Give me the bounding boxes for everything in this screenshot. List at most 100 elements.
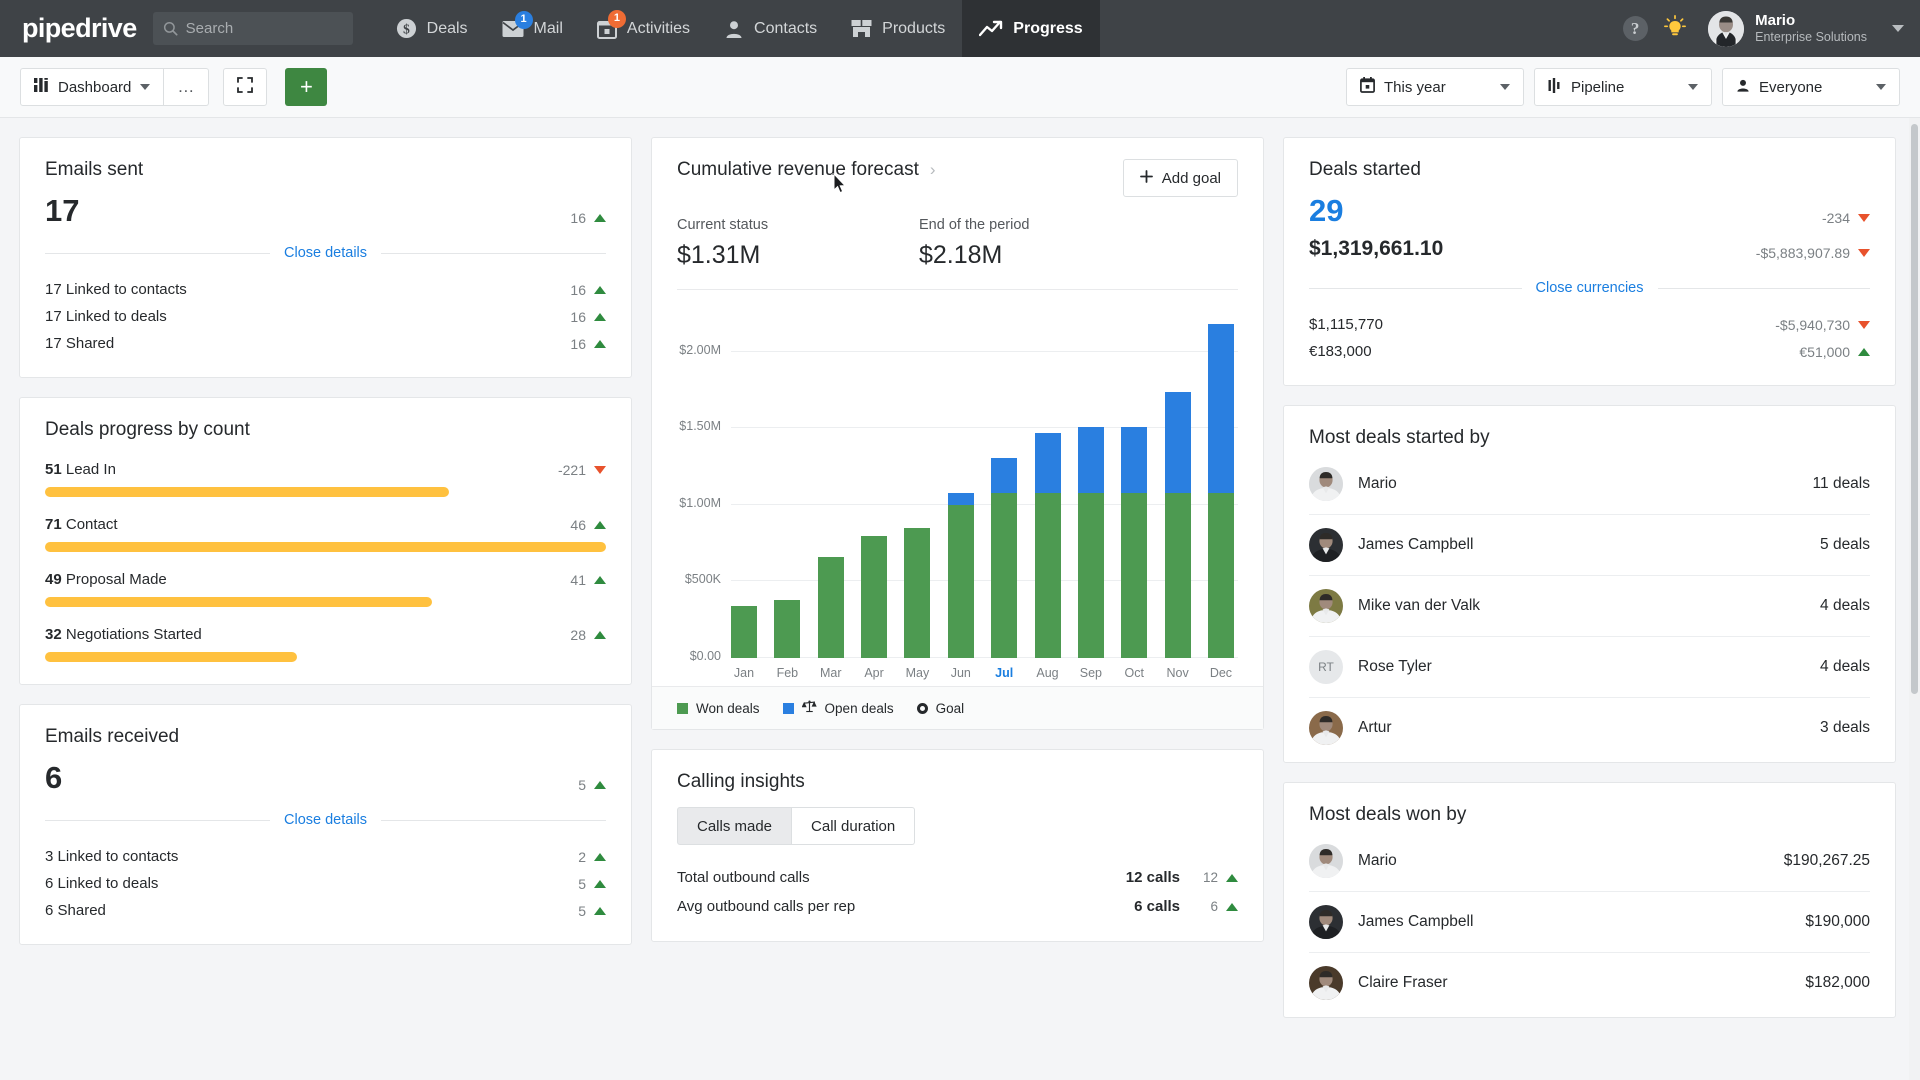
more-options-button[interactable]: …: [164, 68, 209, 106]
dollar-circle-icon: $: [396, 18, 417, 39]
avatar: [1309, 589, 1343, 623]
search-box[interactable]: [153, 12, 353, 45]
chart-bar-nov[interactable]: [1165, 306, 1191, 658]
nav-item-deals[interactable]: $ Deals: [379, 0, 485, 57]
bar-segment-won-deals: [1078, 493, 1104, 658]
search-input[interactable]: [186, 20, 343, 37]
dashboard-selector[interactable]: Dashboard: [20, 68, 164, 106]
chart-x-tick-label: Jul: [991, 666, 1017, 680]
metric-row: 17 16: [45, 195, 606, 226]
filter-user[interactable]: Everyone: [1722, 68, 1900, 106]
fullscreen-button[interactable]: [223, 68, 267, 106]
stage-head: 49 Proposal Made 41: [45, 571, 606, 588]
bar-segment-open-deals: [1208, 324, 1234, 492]
nav-item-products[interactable]: Products: [834, 0, 962, 57]
legend-item-won-deals[interactable]: Won deals: [677, 701, 760, 716]
nav-item-progress[interactable]: Progress: [962, 0, 1099, 57]
list-item[interactable]: James Campbell5 deals: [1309, 514, 1870, 575]
stage-delta: 46: [570, 517, 606, 533]
tab-call-duration[interactable]: Call duration: [792, 807, 915, 845]
avatar: [1309, 528, 1343, 562]
person-name: Artur: [1358, 719, 1805, 737]
person-name: James Campbell: [1358, 913, 1790, 931]
chart-title-group: Cumulative revenue forecast ›: [677, 159, 936, 181]
toggle-currencies[interactable]: Close currencies: [1309, 280, 1870, 296]
deals-started-currencies: $1,115,770 -$5,940,730 €183,000 €51,000: [1309, 311, 1870, 365]
kpi-value: $2.18M: [919, 241, 1161, 270]
user-org: Enterprise Solutions: [1755, 30, 1867, 45]
add-goal-button[interactable]: Add goal: [1123, 159, 1238, 197]
tab-calls-made[interactable]: Calls made: [677, 807, 792, 845]
filter-user-label: Everyone: [1759, 79, 1867, 96]
toggle-details-emails-received[interactable]: Close details: [45, 812, 606, 828]
nav-item-mail[interactable]: 1 Mail: [485, 0, 580, 57]
chart-bar-sep[interactable]: [1078, 306, 1104, 658]
scrollbar-thumb[interactable]: [1911, 124, 1918, 694]
stage-delta: -221: [558, 462, 606, 478]
trend-up-icon: [594, 880, 606, 888]
filter-period[interactable]: This year: [1346, 68, 1524, 106]
stage-bar-fill: [45, 597, 432, 607]
chart-bar-dec[interactable]: [1208, 306, 1234, 658]
stage-bar-track: [45, 597, 606, 607]
chart-bar-apr[interactable]: [861, 306, 887, 658]
nav-item-contacts[interactable]: Contacts: [707, 0, 834, 57]
chart-bar-aug[interactable]: [1035, 306, 1061, 658]
list-item[interactable]: Claire Fraser$182,000: [1309, 952, 1870, 1013]
legend-item-goal[interactable]: Goal: [917, 701, 965, 716]
list-item[interactable]: RTRose Tyler4 deals: [1309, 636, 1870, 697]
list-item[interactable]: Artur 3 deals: [1309, 697, 1870, 758]
avatar: [1708, 11, 1744, 47]
card-calling-insights: Calling insights Calls made Call duratio…: [651, 749, 1264, 942]
user-menu[interactable]: Mario Enterprise Solutions: [1698, 11, 1904, 47]
delta-value: 5: [578, 876, 586, 892]
stage-name: Negotiations Started: [66, 626, 202, 643]
person-name: Claire Fraser: [1358, 974, 1790, 992]
delta-value: 16: [570, 210, 586, 226]
avatar: [1309, 905, 1343, 939]
nav-item-activities[interactable]: 1 Activities: [580, 0, 707, 57]
search-icon: [163, 21, 178, 36]
bar-segment-won-deals: [861, 536, 887, 658]
person-icon: [724, 19, 744, 39]
trend-up-icon: [594, 521, 606, 529]
pipedrive-logo[interactable]: pipedrive: [0, 0, 149, 57]
legend-item-open-deals[interactable]: Open deals: [783, 700, 894, 716]
chart-bar-may[interactable]: [904, 306, 930, 658]
delta-value: 5: [578, 777, 586, 793]
chart-bar-mar[interactable]: [818, 306, 844, 658]
envelope-icon: 1: [502, 20, 524, 38]
page-scrollbar[interactable]: [1909, 118, 1920, 1080]
help-button[interactable]: ?: [1618, 12, 1652, 46]
bar-segment-open-deals: [991, 458, 1017, 493]
emails-received-delta: 5: [578, 777, 606, 793]
list-item[interactable]: Mario11 deals: [1309, 453, 1870, 514]
card-title: Calling insights: [677, 771, 1238, 793]
chevron-down-icon: [140, 84, 150, 90]
chart-bar-feb[interactable]: [774, 306, 800, 658]
delta-value: -234: [1822, 210, 1850, 226]
bar-segment-won-deals: [1121, 493, 1147, 658]
emails-received-details: 3 Linked to contacts 2 6 Linked to deals…: [45, 843, 606, 924]
chart-bar-oct[interactable]: [1121, 306, 1147, 658]
person-value: 3 deals: [1820, 719, 1870, 737]
chart-bar-jun[interactable]: [948, 306, 974, 658]
chart-y-tick-label: $1.50M: [679, 419, 721, 433]
list-item[interactable]: Mike van der Valk4 deals: [1309, 575, 1870, 636]
add-button[interactable]: +: [285, 68, 327, 106]
toggle-details-emails-sent[interactable]: Close details: [45, 245, 606, 261]
chart-bar-jan[interactable]: [731, 306, 757, 658]
chart-bar-jul[interactable]: [991, 306, 1017, 658]
trend-up-icon: [979, 20, 1003, 38]
bar-segment-won-deals: [948, 505, 974, 658]
list-item[interactable]: Mario$190,267.25: [1309, 830, 1870, 891]
detail-delta: 2: [578, 849, 606, 865]
help-icon: ?: [1623, 16, 1648, 41]
chevron-down-icon[interactable]: [1892, 25, 1904, 32]
chevron-right-icon[interactable]: ›: [930, 160, 936, 180]
list-item[interactable]: James Campbell$190,000: [1309, 891, 1870, 952]
avatar: RT: [1309, 650, 1343, 684]
ellipsis-icon: …: [177, 82, 195, 92]
tips-button[interactable]: [1658, 12, 1692, 46]
filter-pipeline[interactable]: Pipeline: [1534, 68, 1712, 106]
